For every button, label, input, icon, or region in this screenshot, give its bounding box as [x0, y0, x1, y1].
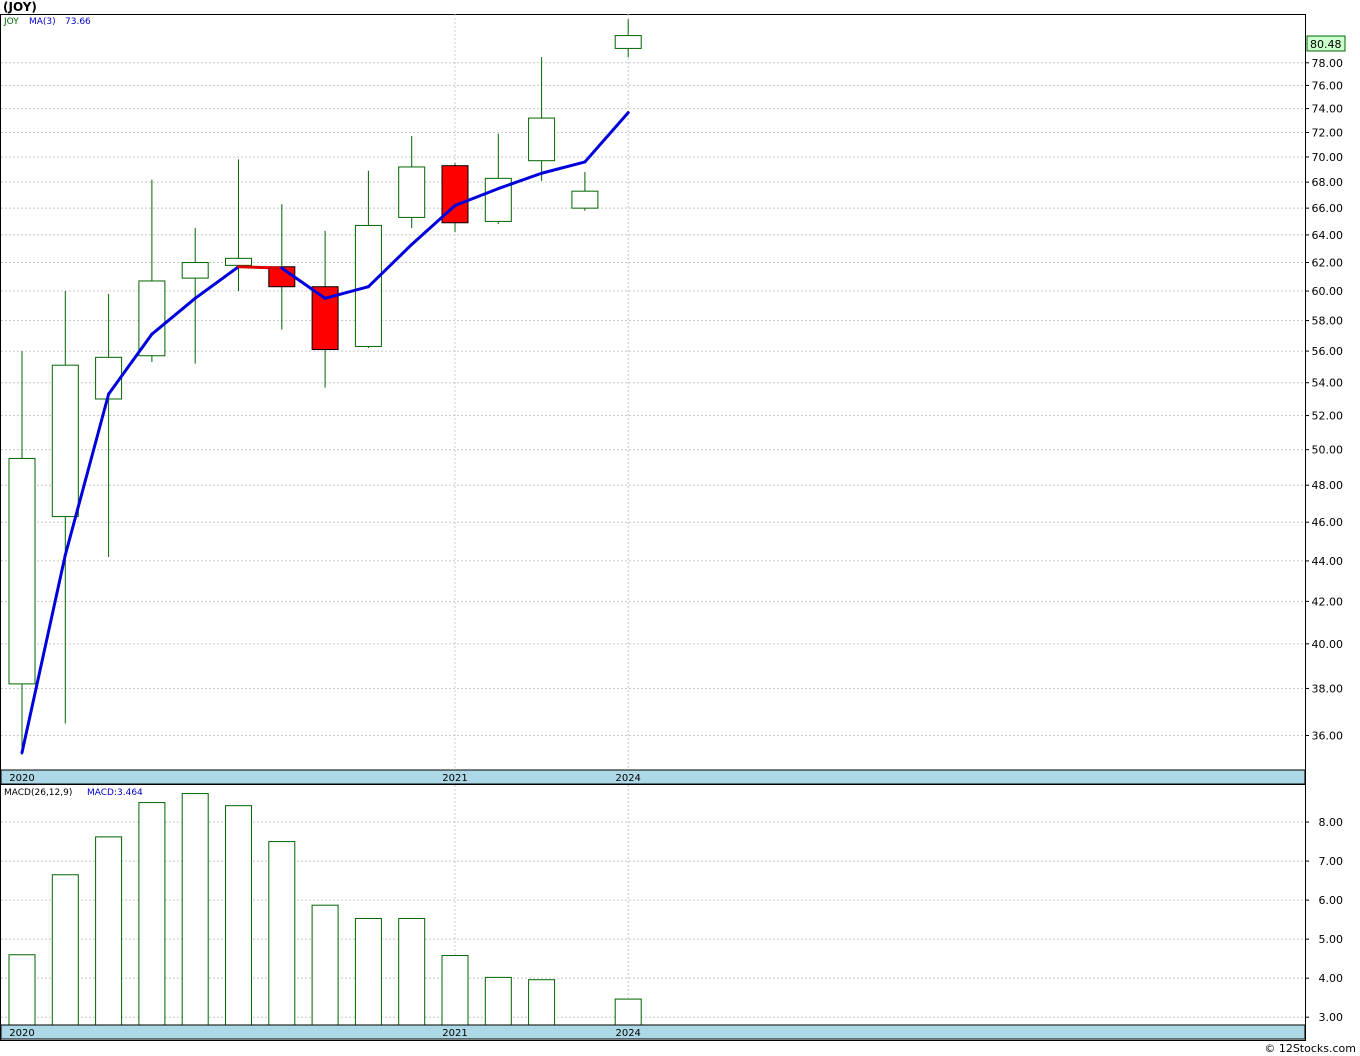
macd-y-axis: 3.00 4.00 5.00 6.00 7.00 8.00	[1305, 816, 1343, 1024]
price-tick-label: 76.00	[1312, 79, 1344, 92]
price-tick-label: 40.00	[1312, 638, 1344, 651]
price-legend-ma-label: MA(3)	[29, 17, 56, 27]
price-tick-label: 42.00	[1312, 595, 1344, 608]
macd-tick-label: 6.00	[1319, 894, 1344, 907]
macd-tick-label: 7.00	[1319, 855, 1344, 868]
price-legend-ma-value: 73.66	[65, 17, 91, 27]
price-tick-label: 58.00	[1312, 315, 1344, 328]
macd-bar	[484, 976, 512, 1026]
stock-chart: 36.00 38.00 40.00 42.00 44.00 46.00 48.00 50.00…	[0, 14, 1346, 1041]
price-tick-label: 68.00	[1312, 176, 1344, 189]
price-tick-label: 44.00	[1312, 555, 1344, 568]
macd-bar	[95, 836, 123, 1026]
price-tick-label: 62.00	[1312, 257, 1344, 270]
price-tick-label: 46.00	[1312, 516, 1344, 529]
candle-body	[51, 364, 79, 518]
last-price-label: 80.48	[1310, 38, 1342, 51]
price-tick-label: 52.00	[1312, 410, 1344, 423]
price-tick-label: 36.00	[1312, 729, 1344, 742]
price-panel-frame	[0, 14, 1306, 785]
macd-bar	[398, 917, 426, 1026]
macd-bar	[528, 979, 556, 1026]
price-date-band	[0, 769, 1306, 785]
macd-legend-label: MACD(26,12,9)	[4, 788, 72, 798]
macd-x-label: 2021	[442, 1028, 467, 1039]
macd-bar	[614, 998, 642, 1026]
macd-x-label: 2020	[9, 1028, 34, 1039]
macd-bar	[8, 954, 36, 1026]
candle-body	[181, 262, 209, 279]
candle-body	[8, 457, 36, 685]
macd-tick-label: 8.00	[1319, 816, 1344, 829]
macd-bar	[225, 805, 252, 1026]
price-y-axis: 36.00 38.00 40.00 42.00 44.00 46.00 48.00 50.00…	[1305, 57, 1344, 742]
price-legend-symbol: JOY	[3, 17, 19, 27]
macd-bar	[138, 802, 166, 1026]
macd-date-band	[0, 1024, 1306, 1040]
price-tick-label: 64.00	[1312, 229, 1344, 242]
macd-bar	[181, 793, 209, 1026]
macd-bar	[441, 955, 469, 1026]
macd-tick-label: 5.00	[1319, 933, 1344, 946]
price-tick-label: 38.00	[1312, 682, 1344, 695]
price-tick-label: 74.00	[1312, 103, 1344, 116]
candle-body	[528, 117, 556, 162]
price-x-label: 2024	[615, 773, 640, 784]
macd-bar	[311, 904, 339, 1026]
price-tick-label: 50.00	[1312, 444, 1344, 457]
copyright-text: © 12Stocks.com	[1264, 1042, 1356, 1055]
macd-tick-label: 3.00	[1319, 1011, 1344, 1024]
price-tick-label: 56.00	[1312, 345, 1344, 358]
candle-body	[398, 166, 426, 218]
candle-body	[571, 190, 599, 209]
price-tick-label: 78.00	[1312, 57, 1344, 70]
macd-x-label: 2024	[615, 1028, 640, 1039]
macd-bar	[354, 917, 382, 1026]
price-tick-label: 48.00	[1312, 479, 1344, 492]
price-tick-label: 66.00	[1312, 202, 1344, 215]
price-tick-label: 72.00	[1312, 126, 1344, 139]
macd-legend-value: MACD:3.464	[87, 788, 143, 798]
ma-segment	[237, 265, 284, 270]
price-x-label: 2021	[442, 773, 467, 784]
price-tick-label: 70.00	[1312, 151, 1344, 164]
macd-bar	[51, 874, 79, 1026]
macd-bar	[268, 841, 296, 1026]
price-tick-label: 60.00	[1312, 285, 1344, 298]
price-tick-label: 54.00	[1312, 377, 1344, 390]
candle-body	[614, 35, 642, 49]
candle-body	[225, 257, 252, 266]
price-x-label: 2020	[9, 773, 34, 784]
macd-tick-label: 4.00	[1319, 972, 1344, 985]
